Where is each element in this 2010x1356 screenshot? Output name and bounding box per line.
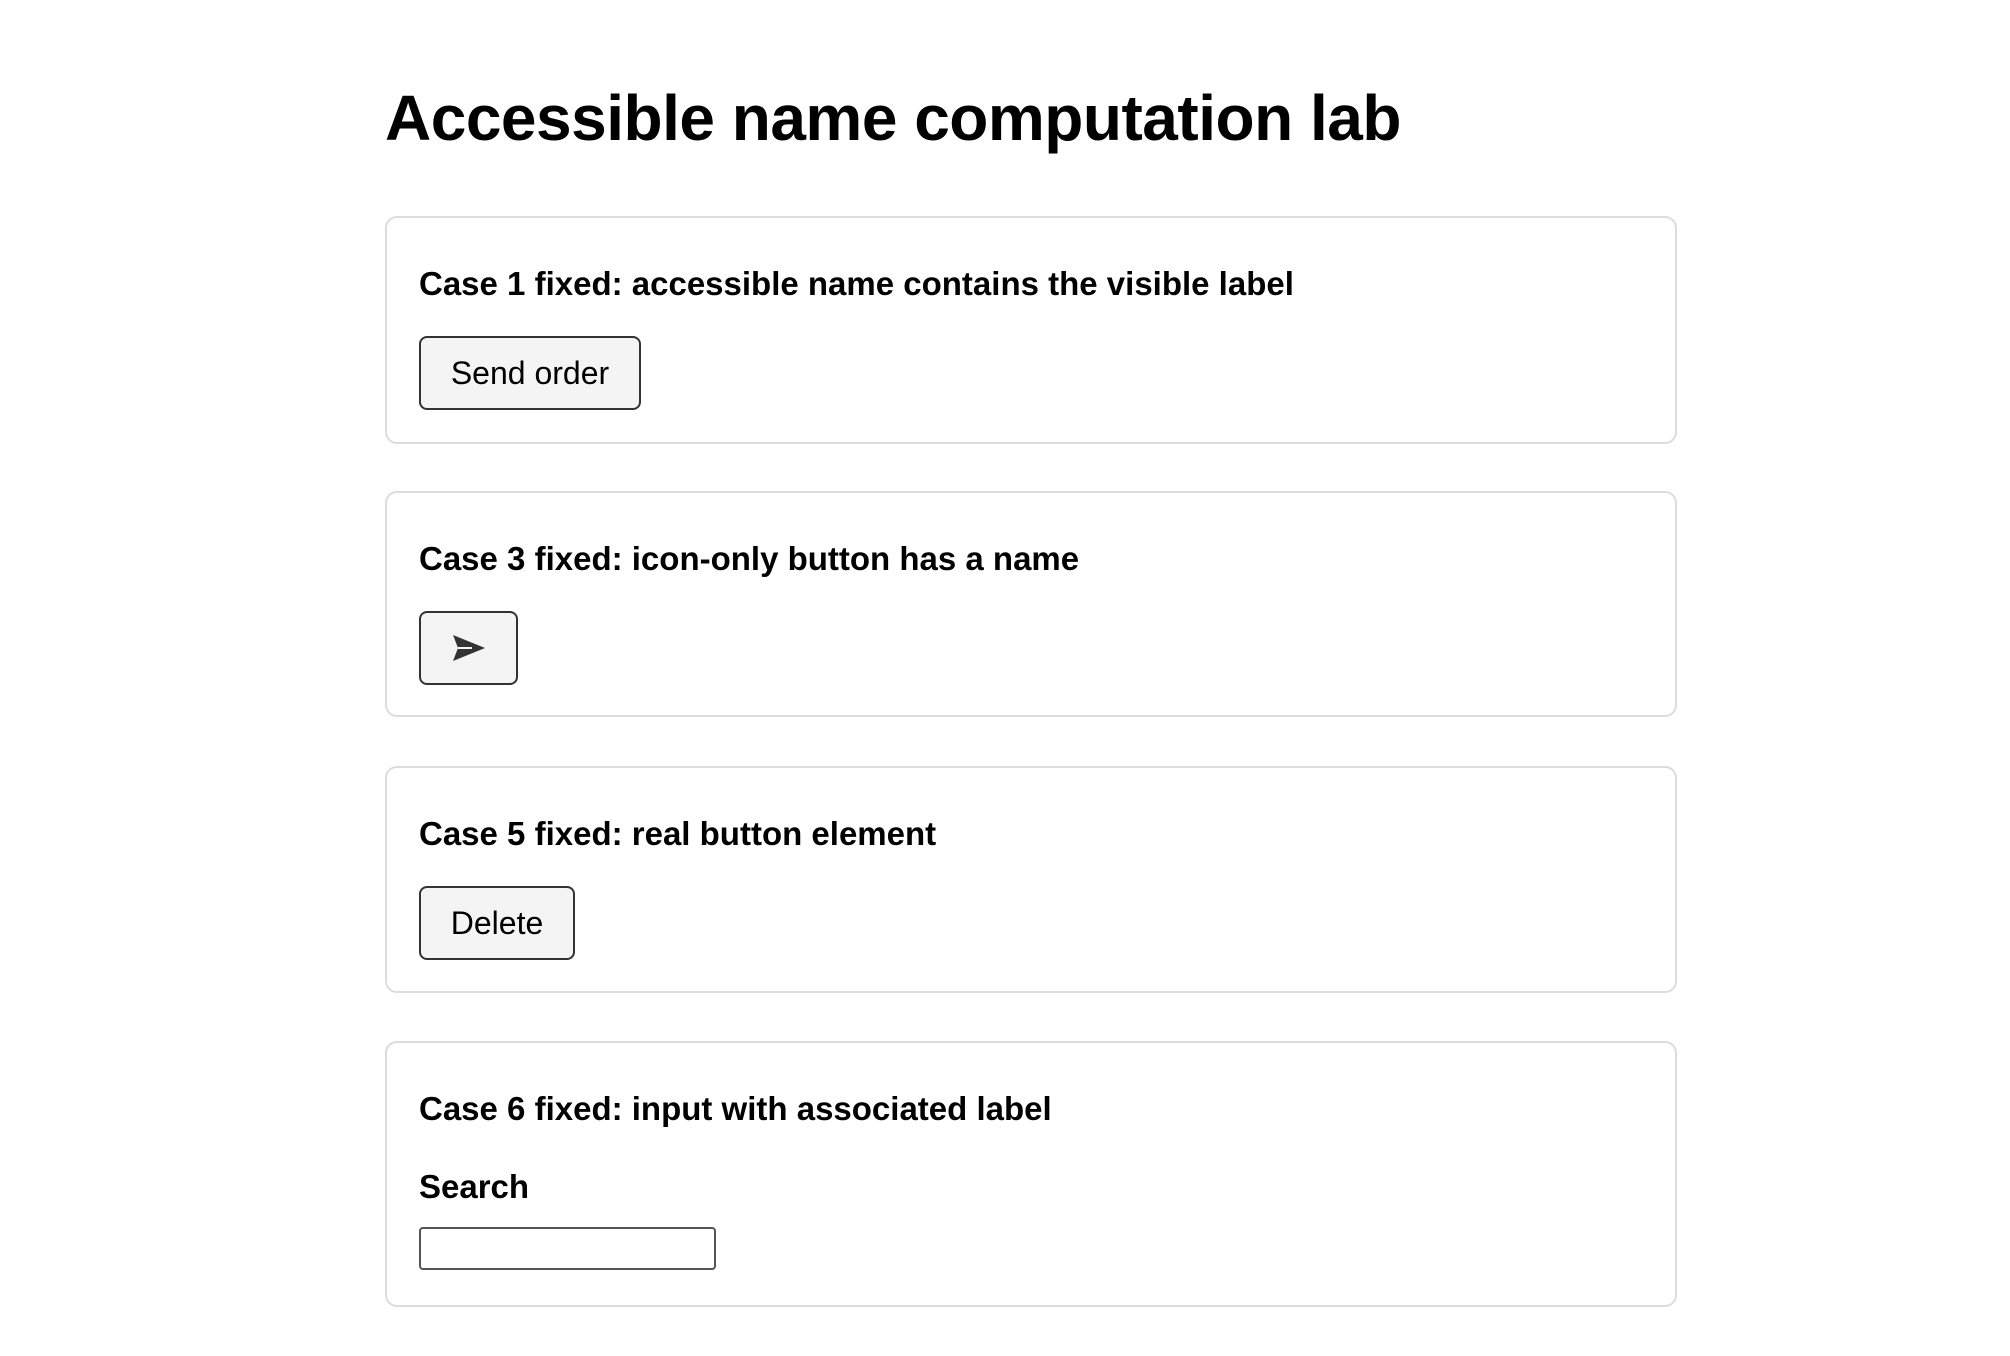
send-icon bbox=[452, 634, 486, 662]
case-6-heading: Case 6 fixed: input with associated labe… bbox=[419, 1090, 1052, 1127]
case-5-card: Case 5 fixed: real button element Delete bbox=[385, 766, 1677, 993]
case-6-card: Case 6 fixed: input with associated labe… bbox=[385, 1041, 1677, 1307]
case-5-heading: Case 5 fixed: real button element bbox=[419, 815, 937, 852]
case-1-heading: Case 1 fixed: accessible name contains t… bbox=[419, 265, 1294, 302]
search-input[interactable] bbox=[419, 1227, 716, 1270]
page-title: Accessible name computation lab bbox=[385, 82, 1401, 154]
send-icon-button[interactable] bbox=[419, 611, 518, 685]
delete-button[interactable]: Delete bbox=[419, 886, 575, 960]
case-3-heading: Case 3 fixed: icon-only button has a nam… bbox=[419, 540, 1080, 577]
search-field-label: Search bbox=[419, 1168, 530, 1205]
case-1-card: Case 1 fixed: accessible name contains t… bbox=[385, 216, 1677, 444]
case-3-card: Case 3 fixed: icon-only button has a nam… bbox=[385, 491, 1677, 717]
send-order-button[interactable]: Send order bbox=[419, 336, 641, 410]
